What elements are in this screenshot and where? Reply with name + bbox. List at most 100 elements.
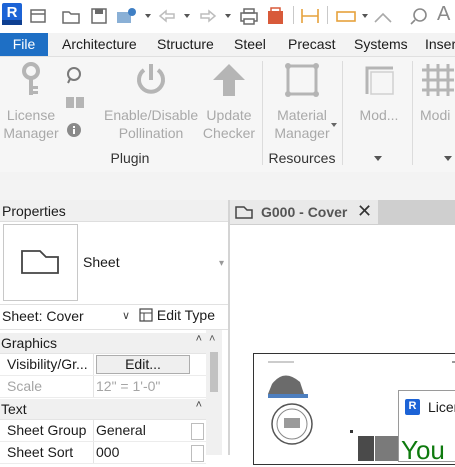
license-manager-button[interactable]: License Manager — [2, 62, 60, 142]
mod-label: Mod... — [359, 107, 399, 123]
collapse-icon[interactable]: ˄ — [196, 399, 202, 411]
category-text-label: Text — [1, 401, 27, 417]
dimension-icon[interactable] — [299, 6, 321, 26]
instance-type-selector[interactable]: Sheet: Cover — [2, 308, 84, 324]
chevron-down-icon[interactable] — [225, 14, 231, 18]
sheet-sort-name: Sheet Sort — [7, 444, 74, 460]
text-icon[interactable]: A — [437, 3, 450, 26]
properties-scrollbar[interactable]: ˄ — [206, 330, 222, 455]
visibility-edit-button[interactable]: Edit... — [96, 355, 190, 374]
license-dialog[interactable]: R Licer You — [398, 390, 455, 465]
close-icon[interactable]: ✕ — [357, 201, 372, 222]
update-label-line-1: Update — [206, 107, 252, 123]
tag-icon[interactable] — [335, 6, 357, 26]
revit-logo-icon: R — [405, 399, 420, 415]
sheet-sort-value[interactable]: 000 — [96, 444, 119, 460]
tab-structure[interactable]: Structure — [157, 33, 214, 56]
chevron-down-icon[interactable] — [145, 14, 151, 18]
tab-architecture[interactable]: Architecture — [62, 33, 137, 56]
chevron-down-icon[interactable] — [331, 123, 337, 127]
material-manager-button[interactable]: Material Manager — [266, 62, 338, 142]
category-text[interactable]: Text ˄ — [0, 399, 206, 420]
material-frame-icon — [285, 63, 319, 97]
tab-systems[interactable]: Systems — [354, 33, 408, 56]
tab-file[interactable]: File — [0, 33, 48, 56]
upload-arrow-icon — [213, 64, 245, 96]
tab-precast[interactable]: Precast — [288, 33, 335, 56]
modi-button[interactable]: Modi — [420, 62, 455, 124]
properties-title: Properties — [0, 200, 228, 222]
sheet-icon — [21, 250, 59, 274]
scale-value: 12" = 1'-0" — [96, 378, 161, 394]
edit-type-label: Edit Type — [156, 307, 216, 323]
property-row-sheet-group: Sheet Group General — [0, 420, 206, 442]
scroll-up-icon[interactable]: ˄ — [209, 333, 215, 345]
tab-steel[interactable]: Steel — [234, 33, 266, 56]
sync-icon[interactable] — [114, 6, 140, 26]
scrollbar-thumb[interactable] — [210, 352, 218, 392]
properties-palette: Properties Sheet ▾ Sheet: Cover ∨ Edit T… — [0, 200, 228, 464]
property-row-visibility: Visibility/Gr... Edit... — [0, 354, 206, 376]
tab-g000-cover[interactable]: G000 - Cover ✕ — [230, 200, 379, 224]
chevron-down-icon[interactable] — [362, 14, 368, 18]
undo-icon[interactable] — [156, 6, 178, 26]
redo-icon[interactable] — [197, 6, 219, 26]
view-tab-title: G000 - Cover — [261, 204, 348, 220]
category-graphics-label: Graphics — [1, 335, 58, 351]
property-row-sheet-sort: Sheet Sort 000 — [0, 442, 206, 464]
sheet-view-icon — [235, 206, 253, 219]
type-selector-area[interactable]: Sheet ▾ — [0, 222, 228, 304]
quick-access-toolbar: R A — [0, 0, 455, 33]
tab-bar-empty — [379, 200, 455, 224]
category-graphics[interactable]: Graphics ˄ — [0, 333, 206, 354]
enable-label-line-1: Enable/Disable — [104, 107, 199, 123]
modify-frame-icon — [365, 66, 394, 95]
mod-button[interactable]: Mod... — [348, 62, 410, 124]
chevron-down-icon[interactable]: ∨ — [122, 309, 130, 322]
ribbon-tabs: File Architecture Structure Steel Precas… — [0, 33, 455, 56]
edit-type-icon — [139, 308, 153, 322]
scale-name: Scale — [7, 378, 43, 394]
license-label-line-1: License — [6, 107, 56, 123]
book-icon[interactable] — [65, 95, 85, 109]
license-label-line-2: Manager — [3, 125, 59, 141]
search-icon[interactable] — [409, 6, 431, 26]
plugin-panel-title: Plugin — [110, 150, 150, 166]
type-row: Sheet: Cover ∨ Edit Type — [0, 304, 228, 330]
tab-insert[interactable]: Inser — [425, 33, 455, 56]
power-icon — [137, 64, 165, 94]
chevron-down-icon[interactable] — [374, 156, 382, 161]
sheet-sort-checkbox[interactable] — [191, 445, 204, 462]
enable-label-line-2: Pollination — [118, 125, 184, 141]
info-icon[interactable] — [66, 122, 82, 138]
line-icon[interactable] — [372, 6, 394, 26]
material-label-line-1: Material — [277, 107, 327, 123]
print-icon[interactable] — [238, 6, 260, 26]
view-tab-bar: G000 - Cover ✕ — [230, 200, 455, 225]
grid-icon — [422, 64, 454, 96]
sheet-group-checkbox[interactable] — [191, 423, 204, 440]
chevron-down-icon[interactable] — [184, 14, 190, 18]
lasso-icon[interactable] — [65, 66, 83, 84]
update-checker-button[interactable]: Update Checker — [200, 62, 258, 142]
sheet-thumbnail — [3, 224, 78, 301]
ribbon-panel: License Manager Enable/Disable Pollinati… — [0, 56, 455, 173]
edit-type-button[interactable]: Edit Type — [139, 307, 215, 323]
open-icon[interactable] — [61, 6, 81, 26]
save-icon[interactable] — [89, 6, 109, 26]
collapse-icon[interactable]: ˄ — [196, 333, 202, 345]
dialog-title: Licer — [428, 399, 455, 415]
measure-icon[interactable] — [265, 6, 287, 26]
enable-disable-pollination-button[interactable]: Enable/Disable Pollination — [104, 62, 198, 142]
type-more-indicator: ▾ — [219, 258, 225, 269]
home-icon[interactable] — [28, 6, 48, 26]
dialog-heading: You — [401, 435, 445, 465]
options-bar — [0, 172, 455, 200]
sheet-group-name: Sheet Group — [7, 422, 87, 438]
key-icon — [22, 62, 40, 95]
visibility-name: Visibility/Gr... — [7, 356, 88, 372]
chevron-down-icon[interactable] — [444, 156, 452, 161]
sheet-group-value[interactable]: General — [96, 422, 146, 438]
property-row-scale: Scale 12" = 1'-0" — [0, 376, 206, 398]
revit-logo-icon[interactable]: R — [2, 3, 22, 25]
